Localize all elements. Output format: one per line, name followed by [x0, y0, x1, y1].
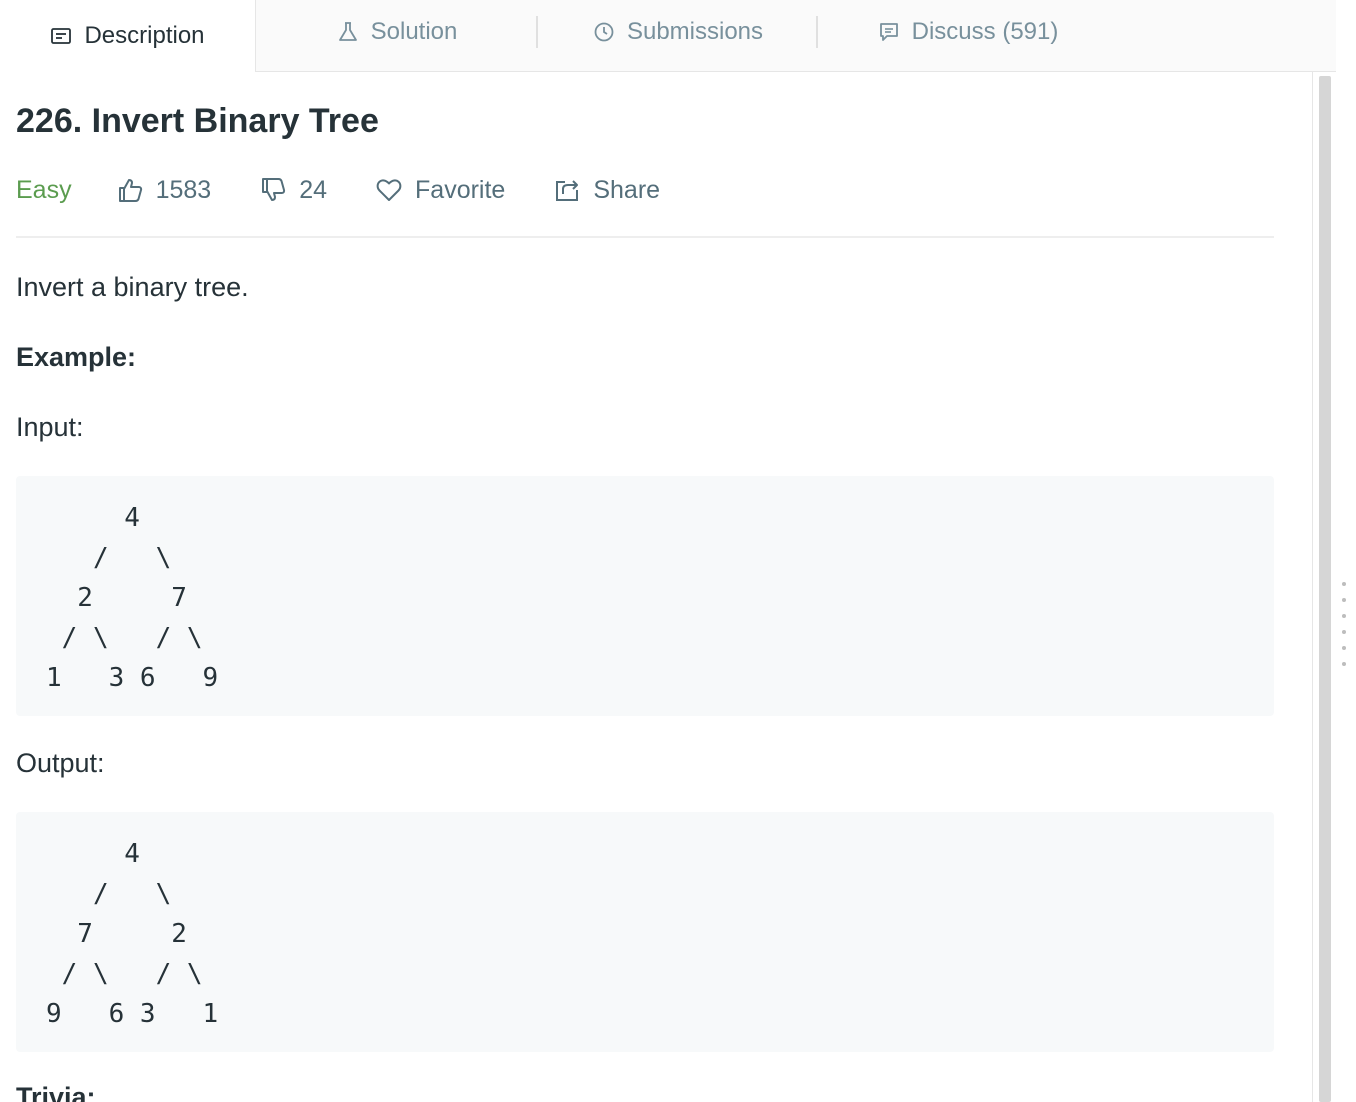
- scrollbar-thumb[interactable]: [1319, 76, 1331, 1102]
- divider: [16, 236, 1274, 238]
- tab-solution-label: Solution: [370, 18, 458, 45]
- handle-dot: [1342, 646, 1346, 650]
- favorite-label: Favorite: [415, 175, 506, 204]
- description-icon: [51, 28, 72, 44]
- like-count: 1583: [155, 175, 212, 204]
- heart-icon: [376, 179, 402, 201]
- problem-title: 226. Invert Binary Tree: [16, 102, 379, 140]
- flask-icon: [338, 22, 357, 41]
- share-label: Share: [593, 175, 661, 204]
- tab-submissions[interactable]: Submissions: [538, 0, 818, 64]
- trivia-heading: Trivia:: [16, 1082, 96, 1102]
- share-button[interactable]: Share: [553, 176, 660, 205]
- handle-dot: [1342, 582, 1346, 586]
- share-icon: [556, 180, 579, 201]
- difficulty-badge: Easy: [16, 175, 72, 204]
- handle-dot: [1342, 630, 1346, 634]
- tab-bar: Description Solution Submissions Discuss…: [0, 0, 1336, 72]
- output-label: Output:: [16, 748, 105, 778]
- clock-icon: [594, 22, 614, 42]
- handle-dot: [1342, 662, 1346, 666]
- thumbs-down-icon: [262, 178, 286, 201]
- comment-icon: [879, 23, 898, 41]
- handle-dot: [1342, 598, 1346, 602]
- tab-solution[interactable]: Solution: [256, 0, 538, 64]
- problem-statement: Invert a binary tree.: [16, 272, 249, 302]
- tab-submissions-label: Submissions: [626, 18, 764, 45]
- tab-discuss[interactable]: Discuss (591): [818, 0, 1118, 64]
- handle-dot: [1342, 614, 1346, 618]
- panel-resize-handle[interactable]: [1342, 582, 1348, 672]
- like-button[interactable]: 1583: [116, 175, 212, 205]
- input-tree-code-block: 4 / \ 2 7 / \ / \ 1 3 6 9: [16, 476, 1274, 716]
- favorite-button[interactable]: Favorite: [375, 176, 505, 205]
- tab-description[interactable]: Description: [0, 0, 256, 72]
- output-tree-code-block: 4 / \ 7 2 / \ / \ 9 6 3 1: [16, 812, 1274, 1052]
- input-label: Input:: [16, 412, 84, 442]
- dislike-button[interactable]: 24: [259, 176, 327, 205]
- problem-meta: Easy 1583 24 Favorite Share: [16, 172, 1274, 208]
- tab-discuss-label: Discuss (591): [911, 18, 1059, 45]
- example-heading: Example:: [16, 342, 137, 372]
- dislike-count: 24: [299, 175, 328, 204]
- tab-description-label: Description: [84, 22, 205, 49]
- thumbs-up-icon: [118, 179, 142, 202]
